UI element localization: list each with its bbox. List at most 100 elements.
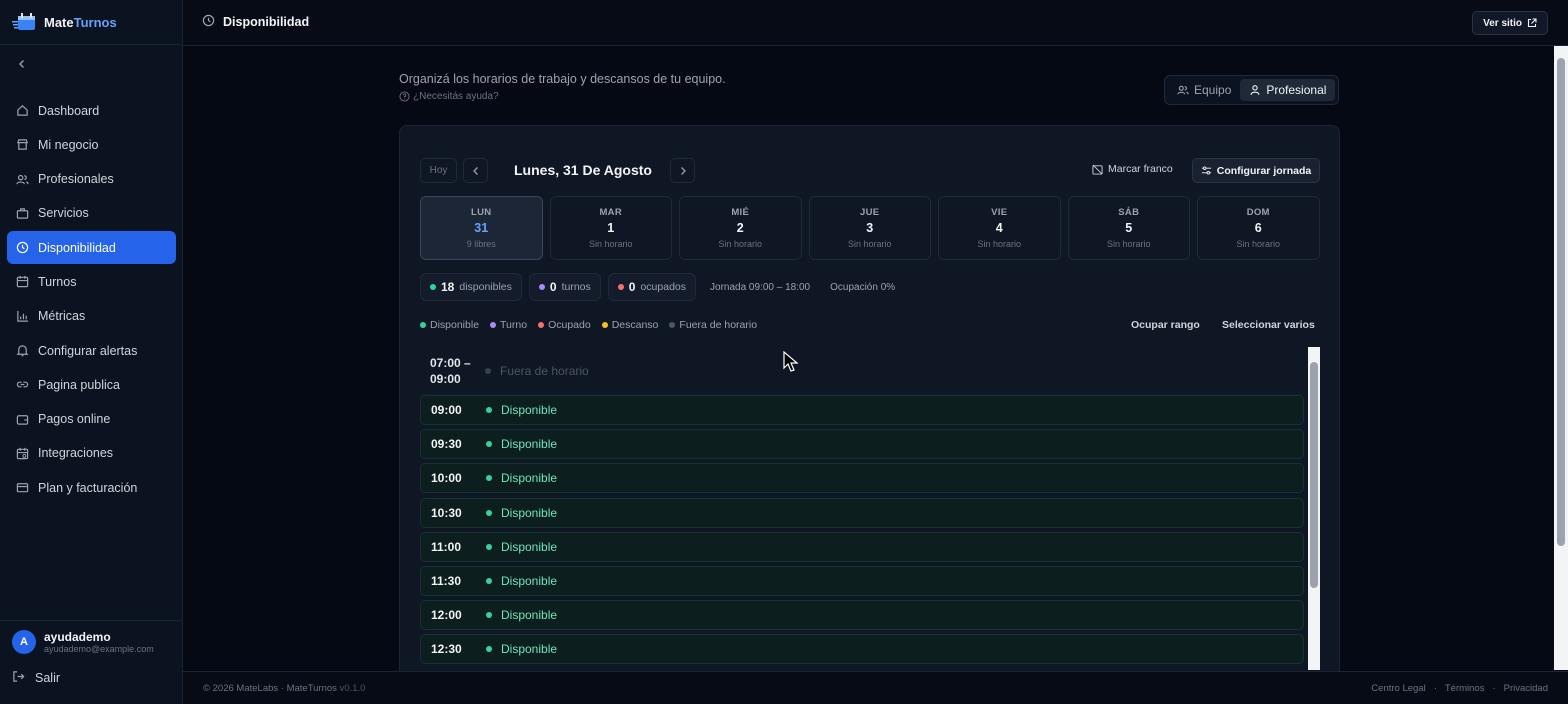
green-dot-icon xyxy=(420,322,426,328)
prev-day-button[interactable] xyxy=(463,158,488,183)
sidebar-item-disponibilidad[interactable]: Disponibilidad xyxy=(7,231,176,265)
legend-label: Fuera de horario xyxy=(679,319,758,331)
slot-time: 11:00 xyxy=(431,539,462,554)
time-slot[interactable]: 10:00 Disponible xyxy=(420,463,1304,494)
sidebar-item-label: Integraciones xyxy=(38,446,114,461)
green-dot-icon xyxy=(486,646,492,653)
time-slot[interactable]: 10:30 Disponible xyxy=(420,497,1304,528)
ocupar-rango-button[interactable]: Ocupar rango xyxy=(1131,319,1200,331)
red-dot-icon xyxy=(617,284,624,290)
sidebar-item-servicios[interactable]: Servicios xyxy=(7,197,176,230)
sidebar-item-label: Disponibilidad xyxy=(38,240,116,255)
sidebar-item-label: Turnos xyxy=(38,274,77,289)
stat-count: 18 xyxy=(441,280,455,294)
day-status: Sin horario xyxy=(1236,239,1281,249)
help-link[interactable]: ¿Necesitás ayuda? xyxy=(399,91,499,102)
day-vie[interactable]: VIE 4 Sin horario xyxy=(938,196,1061,260)
legend-fuera-de-horario: Fuera de horario xyxy=(669,319,757,331)
slot-status: Disponible xyxy=(486,437,557,451)
stats-bar: 18 disponibles 0 turnos 0 ocupados Jorna… xyxy=(420,273,895,301)
sidebar-nav: Dashboard Mi negocio Profesionales Servi… xyxy=(7,94,176,506)
red-dot-icon xyxy=(538,322,545,328)
week-days: LUN 31 9 libres MAR 1 Sin horario MIÉ 2 … xyxy=(420,196,1320,260)
next-day-button[interactable] xyxy=(670,158,695,183)
ver-sitio-label: Ver sitio xyxy=(1483,17,1522,29)
footer-links: Centro Legal · Términos · Privacidad xyxy=(1371,683,1548,694)
off-hours-slot: 07:00 –09:00 Fuera de horario xyxy=(420,347,1320,395)
sidebar-item-pagos-online[interactable]: Pagos online xyxy=(7,403,176,436)
sidebar-item-mi-negocio[interactable]: Mi negocio xyxy=(7,128,176,161)
gray-dot-icon xyxy=(669,322,676,328)
user-profile[interactable]: A ayudademo ayudademo@example.com xyxy=(0,620,182,662)
profesional-toggle[interactable]: Profesional xyxy=(1240,79,1336,101)
slot-time: 09:30 xyxy=(431,437,462,452)
equipo-toggle[interactable]: Equipo xyxy=(1168,79,1240,101)
sliders-icon xyxy=(1201,166,1211,175)
sidebar-item-turnos[interactable]: Turnos xyxy=(7,265,176,298)
day-mie[interactable]: MIÉ 2 Sin horario xyxy=(679,196,802,260)
day-name: JUE xyxy=(860,207,880,218)
time-slot[interactable]: 11:00 Disponible xyxy=(420,531,1304,562)
slot-time: 07:00 –09:00 xyxy=(430,355,471,386)
day-number: 4 xyxy=(995,221,1003,235)
time-slot[interactable]: 12:00 Disponible xyxy=(420,600,1304,631)
terminos-link[interactable]: Términos xyxy=(1445,683,1485,694)
day-number: 3 xyxy=(866,221,874,235)
logout-button[interactable]: Salir xyxy=(12,670,60,686)
day-dom[interactable]: DOM 6 Sin horario xyxy=(1197,196,1320,260)
wallet-icon xyxy=(15,412,29,426)
sidebar-item-plan-facturacion[interactable]: Plan y facturación xyxy=(7,471,176,504)
day-status: Sin horario xyxy=(847,239,892,249)
legend-ocupado: Ocupado xyxy=(538,319,591,331)
sidebar-item-label: Profesionales xyxy=(38,172,114,187)
sidebar-item-metricas[interactable]: Métricas xyxy=(7,300,176,333)
privacidad-link[interactable]: Privacidad xyxy=(1504,683,1548,694)
day-name: SÁB xyxy=(1118,207,1140,218)
time-slot[interactable]: 12:30 Disponible xyxy=(420,634,1304,665)
day-number: 6 xyxy=(1254,221,1262,235)
configurar-jornada-button[interactable]: Configurar jornada xyxy=(1192,158,1320,183)
slot-status: Disponible xyxy=(486,608,557,622)
day-mar[interactable]: MAR 1 Sin horario xyxy=(549,196,672,260)
day-sab[interactable]: SÁB 5 Sin horario xyxy=(1067,196,1190,260)
store-icon xyxy=(15,138,29,152)
ver-sitio-button[interactable]: Ver sitio xyxy=(1472,11,1548,35)
sidebar-item-label: Mi negocio xyxy=(38,137,99,152)
sidebar-item-integraciones[interactable]: Integraciones xyxy=(7,437,176,470)
brand[interactable]: MateTurnos xyxy=(0,0,182,45)
page-scrollbar-thumb[interactable] xyxy=(1557,58,1565,546)
time-slot[interactable]: 09:30 Disponible xyxy=(420,429,1304,460)
slot-status: Disponible xyxy=(486,574,557,588)
seleccionar-varios-button[interactable]: Seleccionar varios xyxy=(1222,319,1315,331)
marcar-franco-label: Marcar franco xyxy=(1108,163,1173,175)
slots-scrollbar-thumb[interactable] xyxy=(1310,362,1318,588)
collapse-sidebar-icon[interactable] xyxy=(14,56,30,72)
green-dot-icon xyxy=(486,509,492,516)
green-dot-icon xyxy=(486,577,492,584)
sidebar-item-pagina-publica[interactable]: Pagina publica xyxy=(7,368,176,401)
sidebar-item-label: Pagos online xyxy=(38,412,111,427)
sidebar-item-profesionales[interactable]: Profesionales xyxy=(7,163,176,196)
time-slot[interactable]: 09:00 Disponible xyxy=(420,395,1304,425)
gray-dot-icon xyxy=(485,367,491,374)
marcar-franco-button[interactable]: Marcar franco xyxy=(1092,163,1173,175)
slot-status: Disponible xyxy=(486,471,557,485)
green-dot-icon xyxy=(486,475,492,482)
stat-label: ocupados xyxy=(640,281,687,293)
hoy-button[interactable]: Hoy xyxy=(420,158,457,183)
sidebar-item-configurar-alertas[interactable]: Configurar alertas xyxy=(7,334,176,367)
home-icon xyxy=(15,104,29,118)
centro-legal-link[interactable]: Centro Legal xyxy=(1371,683,1425,694)
sidebar-item-dashboard[interactable]: Dashboard xyxy=(7,94,176,127)
time-slot[interactable]: 11:30 Disponible xyxy=(420,565,1304,596)
slot-status: Disponible xyxy=(486,540,557,554)
sidebar-item-label: Configurar alertas xyxy=(38,343,138,358)
day-number: 5 xyxy=(1125,221,1133,235)
avatar: A xyxy=(12,629,36,654)
user-icon xyxy=(1250,85,1260,95)
stat-count: 0 xyxy=(628,280,636,294)
day-lun[interactable]: LUN 31 9 libres xyxy=(420,196,543,260)
day-jue[interactable]: JUE 3 Sin horario xyxy=(808,196,931,260)
bar-chart-icon xyxy=(15,309,29,323)
stat-label: disponibles xyxy=(459,281,512,293)
